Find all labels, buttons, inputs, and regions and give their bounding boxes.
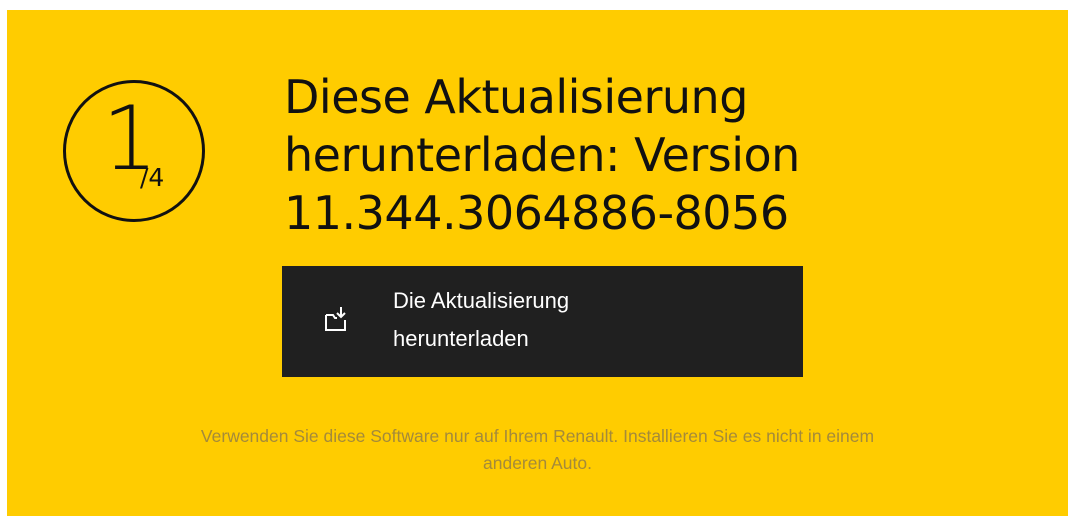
page-title: Diese Aktualisierung herunterladen: Vers… (284, 68, 904, 242)
title-line-2: herunterladen: Version (284, 128, 800, 182)
notice-line-1: Verwenden Sie diese Software nur auf Ihr… (200, 426, 875, 446)
step-indicator: 1 /4 (63, 80, 205, 222)
notice-line-2: anderen Auto. (483, 453, 592, 473)
update-step-panel: 1 /4 Diese Aktualisierung herunterladen:… (7, 10, 1068, 516)
download-label-line-2: herunterladen (393, 326, 529, 351)
step-total-number: /4 (140, 163, 165, 192)
title-line-1: Diese Aktualisierung (284, 70, 748, 124)
download-update-button[interactable]: Die Aktualisierung herunterladen (282, 266, 803, 377)
usage-notice: Verwenden Sie diese Software nur auf Ihr… (67, 423, 1008, 477)
title-line-3: 11.344.3064886-8056 (284, 186, 789, 240)
download-to-folder-icon (325, 307, 346, 331)
download-label-line-1: Die Aktualisierung (393, 288, 570, 313)
download-button-label: Die Aktualisierung herunterladen (393, 282, 713, 358)
